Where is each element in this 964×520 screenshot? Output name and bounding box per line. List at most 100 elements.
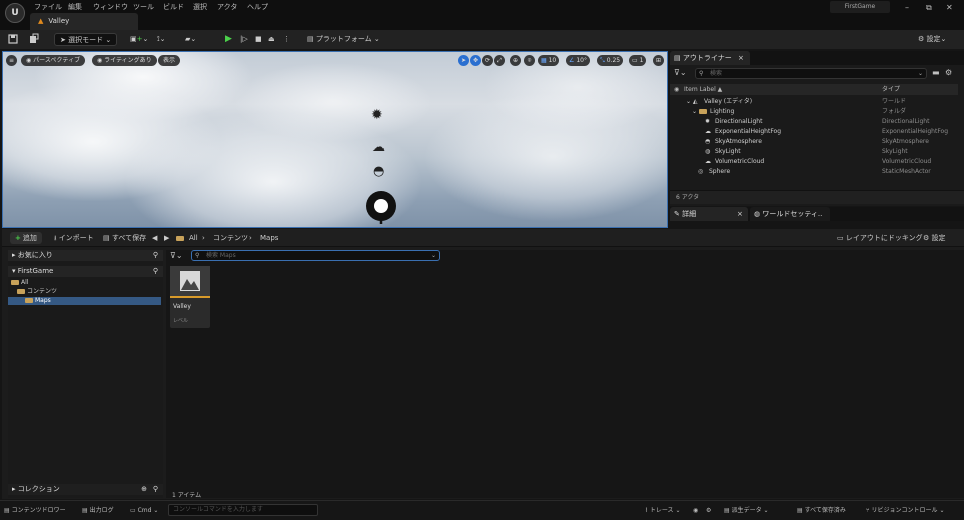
world-space-icon[interactable]: ⊕ xyxy=(510,55,521,66)
eject-icon[interactable]: ⏏ xyxy=(268,33,275,46)
menu-actor[interactable]: アクタ xyxy=(217,2,237,12)
mode-dropdown[interactable]: ➤ 選択モード ⌄ xyxy=(54,33,118,46)
viewport-menu-icon[interactable]: ≡ xyxy=(6,55,17,66)
folder-maps[interactable]: Maps xyxy=(8,297,161,305)
sky-light-icon[interactable] xyxy=(363,190,399,226)
folder-content[interactable]: コンテンツ xyxy=(8,288,161,296)
save-icon[interactable] xyxy=(8,33,18,46)
outliner-row[interactable]: ☁ ExponentialHeightFog ExponentialHeight… xyxy=(670,127,958,137)
add-actor-icon[interactable]: ▣+⌄ xyxy=(130,33,148,46)
outliner-tab[interactable]: ▤ アウトライナー × xyxy=(670,51,750,65)
play-options-icon[interactable]: ⋮ xyxy=(283,33,290,46)
add-button[interactable]: + 追加 xyxy=(10,232,42,244)
sky-atmosphere-icon[interactable]: ◓ xyxy=(373,164,384,179)
menu-help[interactable]: ヘルプ xyxy=(247,2,268,12)
menu-tools[interactable]: ツール xyxy=(133,2,154,12)
filter-icon[interactable]: ⊽⌄ xyxy=(674,68,687,77)
add-folder-icon[interactable]: ▬ xyxy=(932,68,940,77)
perspective-button[interactable]: ◉ パースペクティブ xyxy=(21,55,86,66)
gear-icon[interactable]: ⚙ xyxy=(945,68,952,77)
menu-build[interactable]: ビルド xyxy=(163,2,184,12)
directional-light-icon[interactable]: ✹ xyxy=(371,107,383,123)
collections-header[interactable]: ▸ コレクション ⊕ ⚲ xyxy=(8,484,163,495)
menu-file[interactable]: ファイル xyxy=(34,2,62,12)
asset-search-input[interactable]: ⚲ 検索 Maps ⌄ xyxy=(191,250,440,261)
content-drawer-label: コンテンツドロワー xyxy=(11,507,66,514)
outliner-row[interactable]: ◍ SkyLight SkyLight xyxy=(670,147,958,157)
cb-settings-button[interactable]: ⚙ 設定 xyxy=(923,232,946,244)
select-tool-icon[interactable]: ➤ xyxy=(458,55,469,66)
cinematics-icon[interactable]: ▰⌄ xyxy=(185,33,196,46)
viewport-layout-icon[interactable]: ⊞ xyxy=(653,55,664,66)
forward-icon[interactable]: ▶ xyxy=(164,232,169,244)
item-label-column[interactable]: Item Label ▲ xyxy=(684,84,722,95)
scale-snap-button[interactable]: ⤡ 0.25 xyxy=(597,55,624,66)
details-tab[interactable]: ✎ 詳細 × xyxy=(670,207,748,221)
record-icon[interactable]: ◉ xyxy=(693,505,698,516)
menu-window[interactable]: ウィンドウ xyxy=(93,2,128,12)
source-control-button[interactable]: ⑂ リビジョンコントロール ⌄ xyxy=(866,505,944,516)
breadcrumb-all[interactable]: All xyxy=(189,232,198,244)
menu-edit[interactable]: 編集 xyxy=(68,2,82,12)
folder-all[interactable]: All xyxy=(8,279,161,287)
search-icon[interactable]: ⚲ xyxy=(153,266,158,277)
outliner-row[interactable]: ☁ VolumetricCloud VolumetricCloud xyxy=(670,157,958,167)
favorites-header[interactable]: ▸ お気に入り ⚲ xyxy=(8,250,163,261)
height-fog-icon[interactable]: ☁ xyxy=(372,140,385,155)
step-icon[interactable]: |▷ xyxy=(240,33,248,46)
menu-select[interactable]: 選択 xyxy=(193,2,207,12)
play-icon[interactable]: ▶ xyxy=(225,33,232,46)
import-button[interactable]: ⭳ インポート xyxy=(54,232,94,244)
outliner-row[interactable]: ◓ SkyAtmosphere SkyAtmosphere xyxy=(670,137,958,147)
save-all-button[interactable]: ▤ すべて保存 xyxy=(103,232,146,244)
folder-icon[interactable] xyxy=(176,232,186,244)
close-button[interactable]: ✕ xyxy=(946,3,953,12)
outliner-row[interactable]: ⌄ Lighting フォルダ xyxy=(670,107,958,117)
dock-layout-button[interactable]: ▭ レイアウトにドッキング xyxy=(837,232,923,244)
search-icon[interactable]: ⚲ xyxy=(153,250,158,261)
add-collection-icon[interactable]: ⊕ xyxy=(141,484,147,495)
project-header[interactable]: ▾ FirstGame ⚲ xyxy=(8,266,163,277)
level-tab[interactable]: ▲ Valley xyxy=(30,13,138,30)
blueprint-menu-icon[interactable]: ⟟⌄ xyxy=(157,33,165,46)
close-icon[interactable]: × xyxy=(738,51,744,65)
outliner-row[interactable]: ◎ Sphere StaticMeshActor xyxy=(670,167,958,177)
back-icon[interactable]: ◀ xyxy=(152,232,157,244)
restore-button[interactable]: ⧉ xyxy=(926,3,932,13)
rotation-snap-button[interactable]: ∠ 10° xyxy=(566,55,590,66)
unreal-logo-icon[interactable]: U xyxy=(5,3,25,23)
world-settings-tab[interactable]: ◍ ワールドセッティ.. xyxy=(750,207,830,221)
breadcrumb-maps[interactable]: Maps xyxy=(260,232,278,244)
close-icon[interactable]: × xyxy=(737,207,743,221)
gear-icon[interactable]: ⚙ xyxy=(706,505,711,516)
scale-tool-icon[interactable]: ⤢ xyxy=(494,55,505,66)
translate-tool-icon[interactable]: ✥ xyxy=(470,55,481,66)
search-icon[interactable]: ⚲ xyxy=(153,484,158,495)
outliner-row[interactable]: ✹ DirectionalLight DirectionalLight xyxy=(670,117,958,127)
minimize-button[interactable]: – xyxy=(905,3,909,12)
content-drawer-button[interactable]: ▤ コンテンツドロワー xyxy=(4,505,66,516)
filter-icon[interactable]: ⊽⌄ xyxy=(170,251,183,260)
trace-button[interactable]: ⌇ トレース ⌄ xyxy=(645,505,680,516)
console-input[interactable]: コンソールコマンドを入力します xyxy=(168,504,318,516)
rotate-tool-icon[interactable]: ⟳ xyxy=(482,55,493,66)
grid-snap-button[interactable]: ▦ 10 xyxy=(538,55,560,66)
outliner-row[interactable]: ⌄ ◭ Valley (エディタ) ワールド xyxy=(670,97,958,107)
output-log-button[interactable]: ▤ 出力ログ xyxy=(82,505,114,516)
save-status[interactable]: ▤ すべて保存済み xyxy=(797,505,846,516)
show-button[interactable]: 表示 xyxy=(158,55,181,66)
lighting-button[interactable]: ◉ ライティングあり xyxy=(92,55,157,66)
settings-button[interactable]: ⚙ 設定⌄ xyxy=(918,33,946,46)
level-viewport[interactable]: ≡ ◉ パースペクティブ ◉ ライティングあり 表示 ➤ ✥ ⟳ ⤢ ⊕ ⌾ ▦… xyxy=(2,51,668,228)
outliner-search-input[interactable]: ⚲ 検索 ⌄ xyxy=(695,68,927,79)
camera-speed-button[interactable]: ▭ 1 xyxy=(629,55,647,66)
cmd-dropdown[interactable]: ▭ Cmd ⌄ xyxy=(130,505,158,516)
asset-tile[interactable]: Valley レベル xyxy=(170,266,210,328)
type-column[interactable]: タイプ xyxy=(882,84,900,95)
surface-snap-icon[interactable]: ⌾ xyxy=(524,55,535,66)
blueprint-icon[interactable] xyxy=(29,33,39,46)
derived-data-button[interactable]: ▤ 派生データ ⌄ xyxy=(724,505,769,516)
platform-dropdown[interactable]: ▤ プラットフォーム ⌄ xyxy=(307,33,380,46)
stop-icon[interactable]: ■ xyxy=(255,33,262,46)
breadcrumb-content[interactable]: コンテンツ xyxy=(213,232,248,244)
